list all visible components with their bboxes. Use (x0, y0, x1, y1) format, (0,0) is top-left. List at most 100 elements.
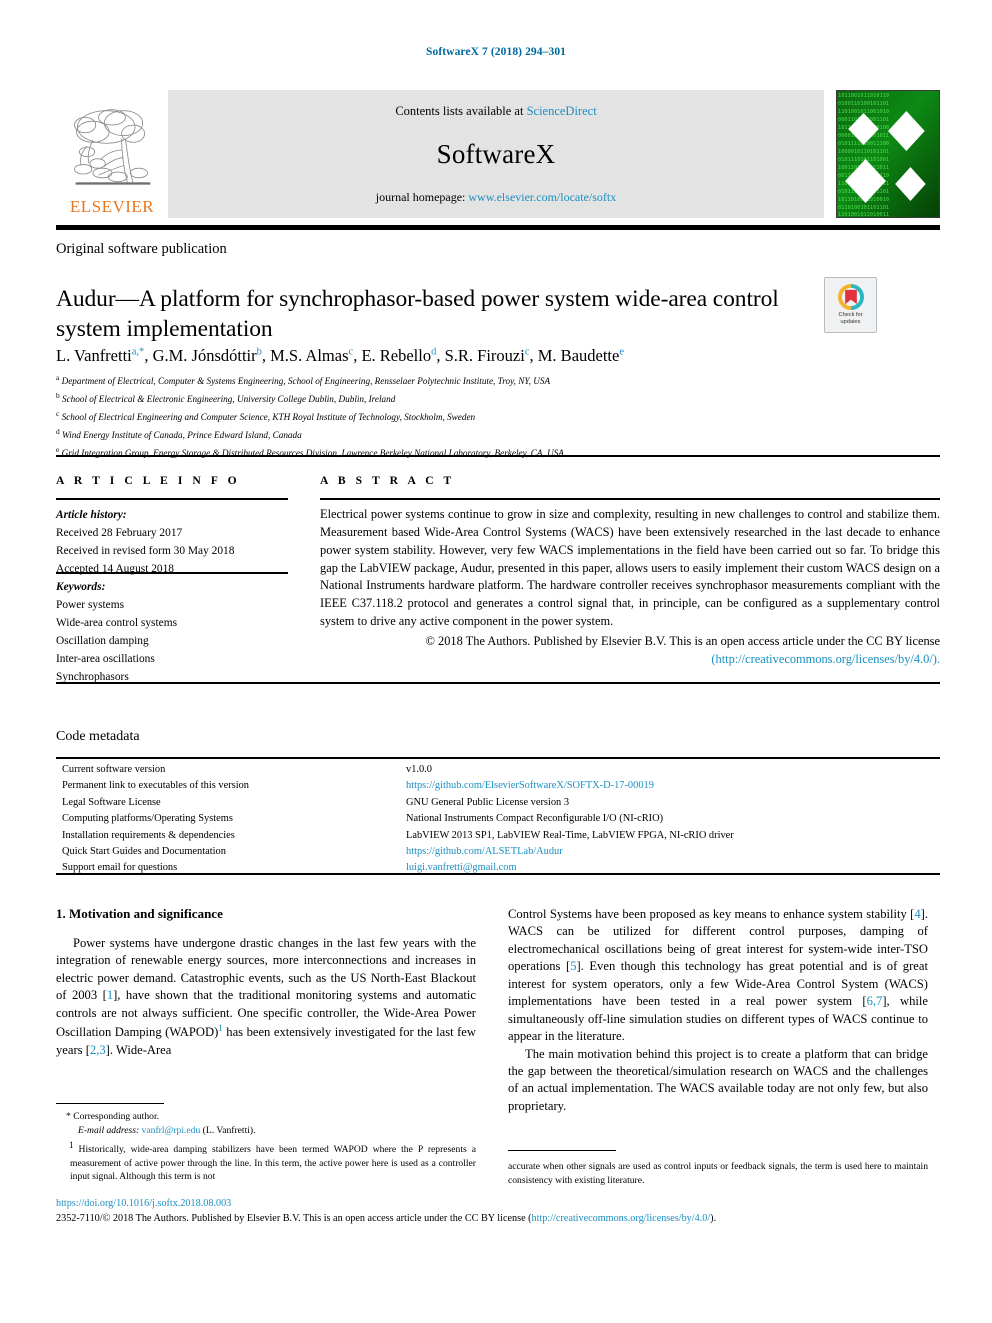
journal-masthead: ELSEVIER Contents lists available at Sci… (56, 90, 940, 218)
history-item: Received in revised form 30 May 2018 (56, 545, 235, 558)
affiliation-item: a Department of Electrical, Computer & S… (56, 373, 551, 387)
metadata-key: Legal Software License (62, 796, 161, 808)
article-history-block: Article history: Received 28 February 20… (56, 506, 288, 578)
table-row: Installation requirements & dependencies… (56, 828, 940, 844)
footnote-block-left: * Corresponding author. E-mail address: … (56, 1110, 476, 1184)
page-footer: https://doi.org/10.1016/j.softx.2018.08.… (56, 1196, 940, 1227)
metadata-value: National Instruments Compact Reconfigura… (406, 813, 664, 825)
abstract-rule (320, 498, 940, 500)
code-metadata-bottom-rule (56, 873, 940, 875)
paragraph: Control Systems have been proposed as ke… (508, 907, 928, 1044)
crossmark-label: Check for updates (839, 312, 863, 326)
abstract-heading: A B S T R A C T (320, 474, 455, 487)
citation-ref[interactable]: 4 (914, 907, 920, 921)
svg-text:1101001011010011: 1101001011010011 (838, 212, 889, 217)
journal-title: SoftwareX (436, 139, 556, 169)
table-row: Legal Software License GNU General Public… (56, 795, 940, 811)
corresponding-author-note: * Corresponding author. (56, 1110, 476, 1124)
author: E. Rebellod (361, 346, 437, 365)
citation-ref[interactable]: 5 (570, 959, 576, 973)
affiliation-marker: d (56, 426, 60, 436)
corresponding-label: Corresponding author. (73, 1111, 160, 1122)
crossmark-label-line1: Check for (838, 312, 863, 319)
sciencedirect-link[interactable]: ScienceDirect (527, 104, 597, 118)
metadata-key: Quick Start Guides and Documentation (62, 846, 226, 858)
history-item: Received 28 February 2017 (56, 527, 183, 540)
journal-homepage-line: journal homepage: www.elsevier.com/locat… (376, 190, 616, 205)
affiliation-item: e Grid Integration Group, Energy Storage… (56, 444, 564, 458)
metadata-key: Computing platforms/Operating Systems (62, 813, 233, 825)
keyword-item: Power systems (56, 599, 125, 612)
abstract-copyright: © 2018 The Authors. Published by Elsevie… (320, 633, 940, 669)
code-metadata-table: Current software version v1.0.0 Permanent … (56, 762, 940, 877)
keywords-top-rule (56, 572, 288, 574)
affiliation-list: a Department of Electrical, Computer & S… (56, 372, 926, 461)
article-info-heading: A R T I C L E I N F O (56, 474, 241, 487)
citation-ref[interactable]: 6,7 (867, 994, 883, 1008)
crossmark-badge[interactable]: Check for updates (824, 277, 877, 333)
email-link[interactable]: vanfrl@rpi.edu (142, 1125, 201, 1136)
paragraph: Power systems have undergone drastic cha… (56, 936, 477, 1057)
author-separator: , (436, 346, 445, 365)
author-separator: , (261, 346, 271, 365)
body-column-left: Power systems have undergone drastic cha… (56, 935, 476, 1059)
affiliation-item: b School of Electrical & Electronic Engi… (56, 390, 396, 404)
journal-homepage-link[interactable]: www.elsevier.com/locate/softx (468, 190, 616, 204)
author-affil-marker: a,* (131, 346, 145, 358)
metadata-value[interactable]: https://github.com/ElsevierSoftwareX/SOF… (406, 778, 940, 794)
table-row: Permanent link to executables of this ve… (56, 778, 940, 794)
page-title: Audur—A platform for synchrophasor-based… (56, 285, 779, 342)
author: M. Baudettee (537, 346, 625, 365)
table-row: Quick Start Guides and Documentation http… (56, 844, 940, 860)
metadata-key: Current software version (62, 764, 166, 775)
affiliation-marker: e (56, 444, 60, 454)
svg-text:1011001011010110: 1011001011010110 (838, 93, 889, 99)
affiliation-marker: a (56, 373, 60, 382)
abstract-block-top-rule (56, 455, 940, 457)
masthead-bottom-rule (56, 225, 940, 230)
footer-license-link[interactable]: http://creativecommons.org/licenses/by/4… (532, 1213, 711, 1224)
citation-ref[interactable]: 1 (107, 988, 113, 1002)
email-note: E-mail address: vanfrl@rpi.edu (L. Vanfr… (56, 1124, 476, 1138)
abstract-body: Electrical power systems continue to gro… (320, 507, 940, 629)
keyword-item: Wide-area control systems (56, 617, 177, 630)
footnote-1-right: accurate when other signals are used as … (508, 1161, 928, 1186)
email-label: E-mail address: (78, 1124, 140, 1136)
contents-lists-line: Contents lists available at ScienceDirec… (395, 104, 596, 119)
corresponding-marker: * (66, 1111, 71, 1122)
affiliation-item: c School of Electrical Engineering and C… (56, 408, 476, 422)
homepage-prefix: journal homepage: (375, 190, 469, 204)
contents-prefix: Contents lists available at (395, 104, 527, 118)
abstract-block-bottom-rule (56, 682, 940, 684)
elsevier-logo: ELSEVIER (56, 90, 168, 218)
author-separator: , (529, 346, 538, 365)
cc-license-link[interactable]: (http://creativecommons.org/licenses/by/… (711, 652, 940, 666)
code-metadata-top-rule (56, 757, 940, 759)
email-owner: (L. Vanfretti). (202, 1124, 256, 1136)
metadata-value: v1.0.0 (406, 764, 432, 775)
author-separator: , (144, 346, 153, 365)
paper-page: SoftwareX 7 (2018) 294–301 ELSEVIER Cont… (0, 0, 992, 1323)
body-column-right: Control Systems have been proposed as ke… (508, 906, 928, 1115)
metadata-value[interactable]: https://github.com/ALSETLab/Audur (406, 844, 940, 860)
svg-text:1000010110101101: 1000010110101101 (838, 149, 889, 155)
citation-ref[interactable]: 2,3 (90, 1043, 106, 1057)
journal-cover-binary-diamonds-icon: 1011001011010110 0100110100101101 110100… (837, 91, 939, 217)
history-item: Accepted 14 August 2018 (56, 563, 174, 576)
doi-link[interactable]: https://doi.org/10.1016/j.softx.2018.08.… (56, 1196, 940, 1211)
crossmark-badge-icon (837, 284, 864, 311)
abstract-block: Electrical power systems continue to gro… (320, 506, 940, 669)
article-history-label: Article history: (56, 509, 127, 521)
footnote-1-marker: 1 (69, 1139, 74, 1150)
crossmark-label-line2: updates (840, 319, 861, 325)
code-metadata-title: Code metadata (56, 729, 140, 744)
metadata-value: GNU General Public License version 3 (406, 796, 570, 808)
footnote-ref[interactable]: 1 (218, 1023, 223, 1033)
paragraph: The main motivation behind this project … (508, 1046, 928, 1113)
author-affil-marker: e (619, 346, 625, 358)
elsevier-tree-icon (74, 109, 151, 185)
affiliation-marker: c (56, 408, 60, 418)
metadata-key: Installation requirements & dependencies (62, 829, 235, 841)
journal-band: Contents lists available at ScienceDirec… (168, 90, 824, 218)
section-heading-1: 1. Motivation and significance (56, 906, 223, 921)
